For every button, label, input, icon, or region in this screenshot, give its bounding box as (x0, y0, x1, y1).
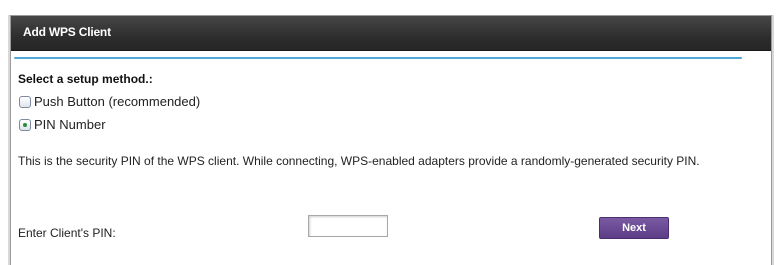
push-button-radio[interactable] (19, 95, 31, 108)
pin-number-label: PIN Number (34, 117, 106, 132)
push-button-label: Push Button (recommended) (34, 94, 201, 109)
pin-number-radio[interactable] (19, 118, 31, 131)
client-pin-input[interactable] (308, 215, 388, 237)
option-pin-number[interactable]: PIN Number (19, 117, 106, 132)
client-pin-label: Enter Client's PIN: (18, 226, 116, 240)
option-push-button[interactable]: Push Button (recommended) (19, 94, 200, 109)
pin-description: This is the security PIN of the WPS clie… (18, 154, 700, 168)
section-divider (14, 57, 742, 59)
dialog-titlebar: Add WPS Client (11, 16, 771, 51)
setup-method-heading: Select a setup method.: (18, 72, 153, 86)
next-button[interactable]: Next (599, 217, 669, 239)
dialog-title: Add WPS Client (23, 25, 111, 39)
